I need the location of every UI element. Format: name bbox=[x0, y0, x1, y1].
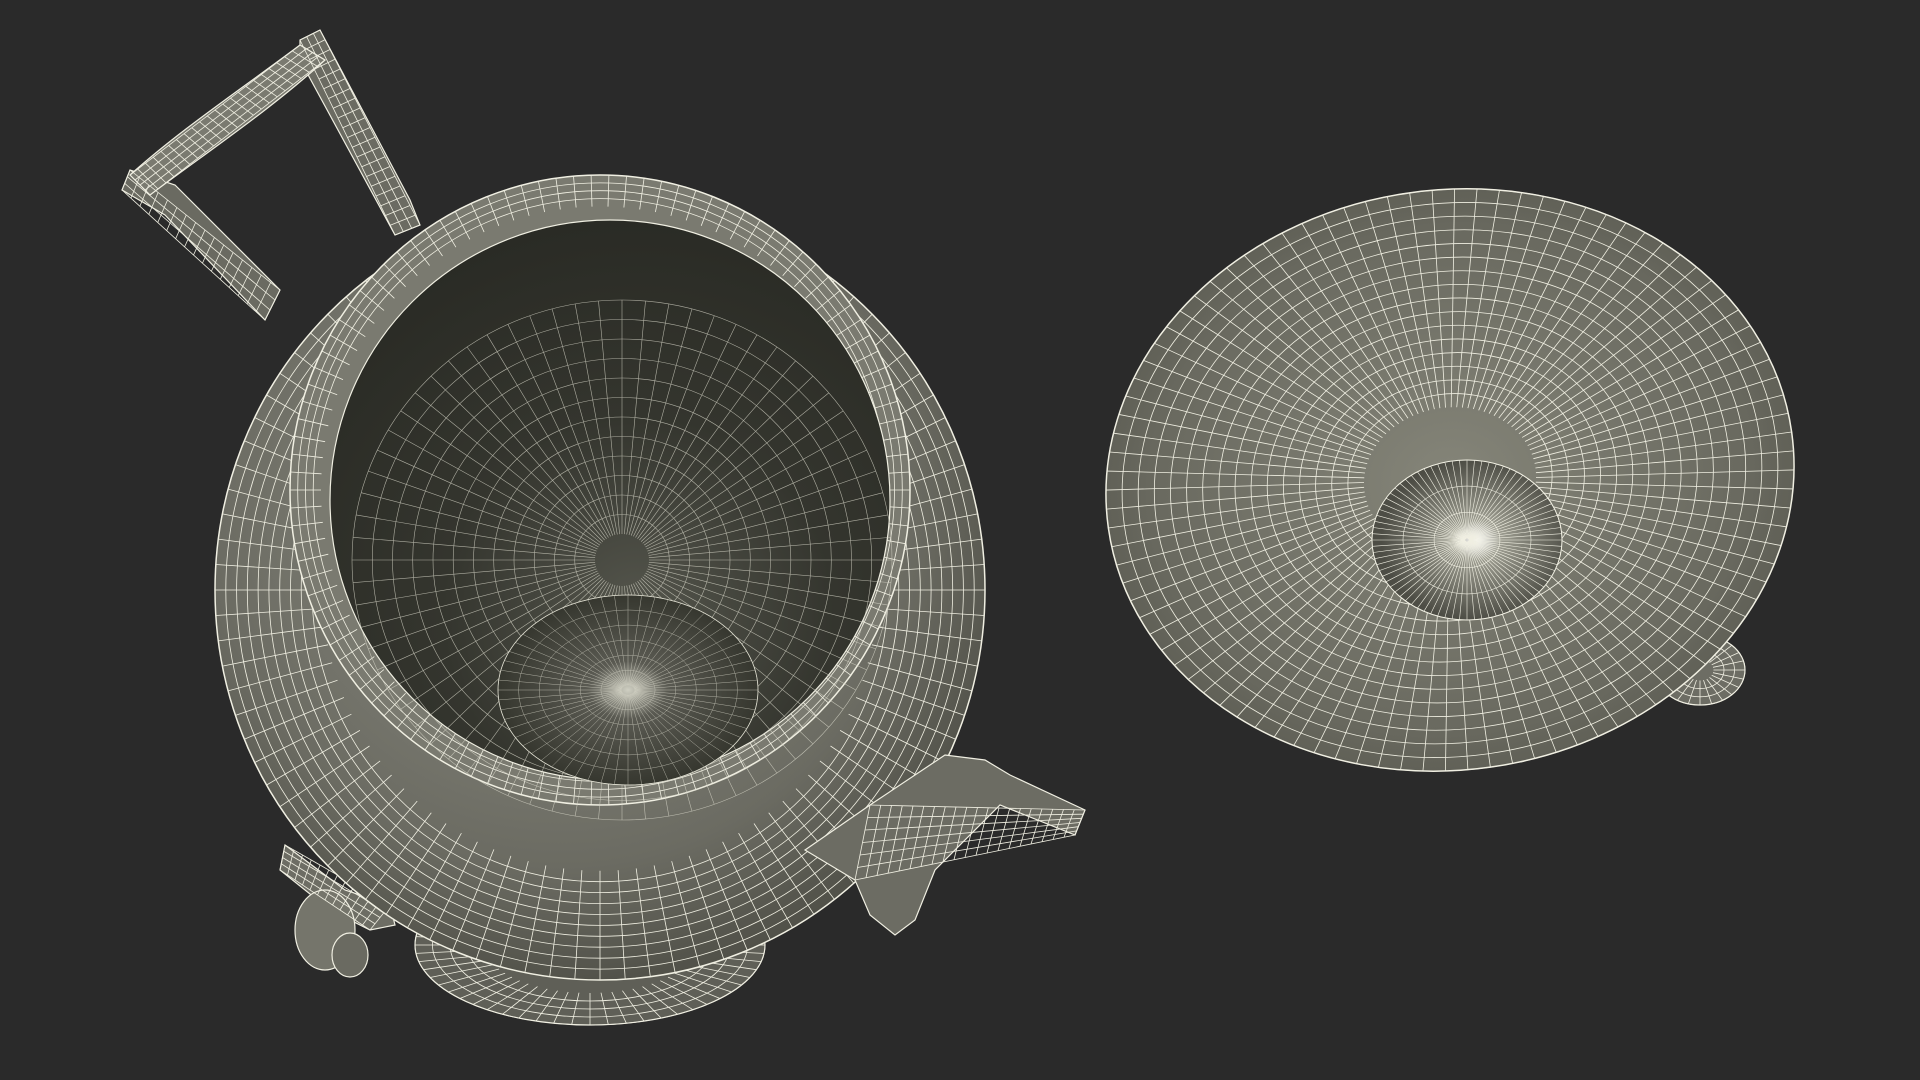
mesh-spoke bbox=[129, 44, 301, 176]
mesh-spoke bbox=[149, 59, 326, 196]
mesh-spoke bbox=[144, 55, 319, 191]
render-viewport bbox=[0, 0, 1920, 1080]
mesh-spoke bbox=[312, 33, 413, 229]
mesh-spoke bbox=[127, 176, 276, 301]
mesh-spoke bbox=[139, 52, 313, 186]
urn-lid bbox=[1105, 188, 1795, 772]
mesh-spoke bbox=[306, 36, 404, 232]
mesh-spoke bbox=[129, 169, 281, 291]
mesh-spoke bbox=[319, 29, 421, 226]
urn-body bbox=[121, 29, 1086, 1026]
mesh-spoke bbox=[134, 48, 307, 181]
wireframe-scene bbox=[121, 29, 1795, 1026]
mesh-spoke bbox=[124, 183, 271, 311]
mesh-spoke bbox=[299, 39, 396, 236]
